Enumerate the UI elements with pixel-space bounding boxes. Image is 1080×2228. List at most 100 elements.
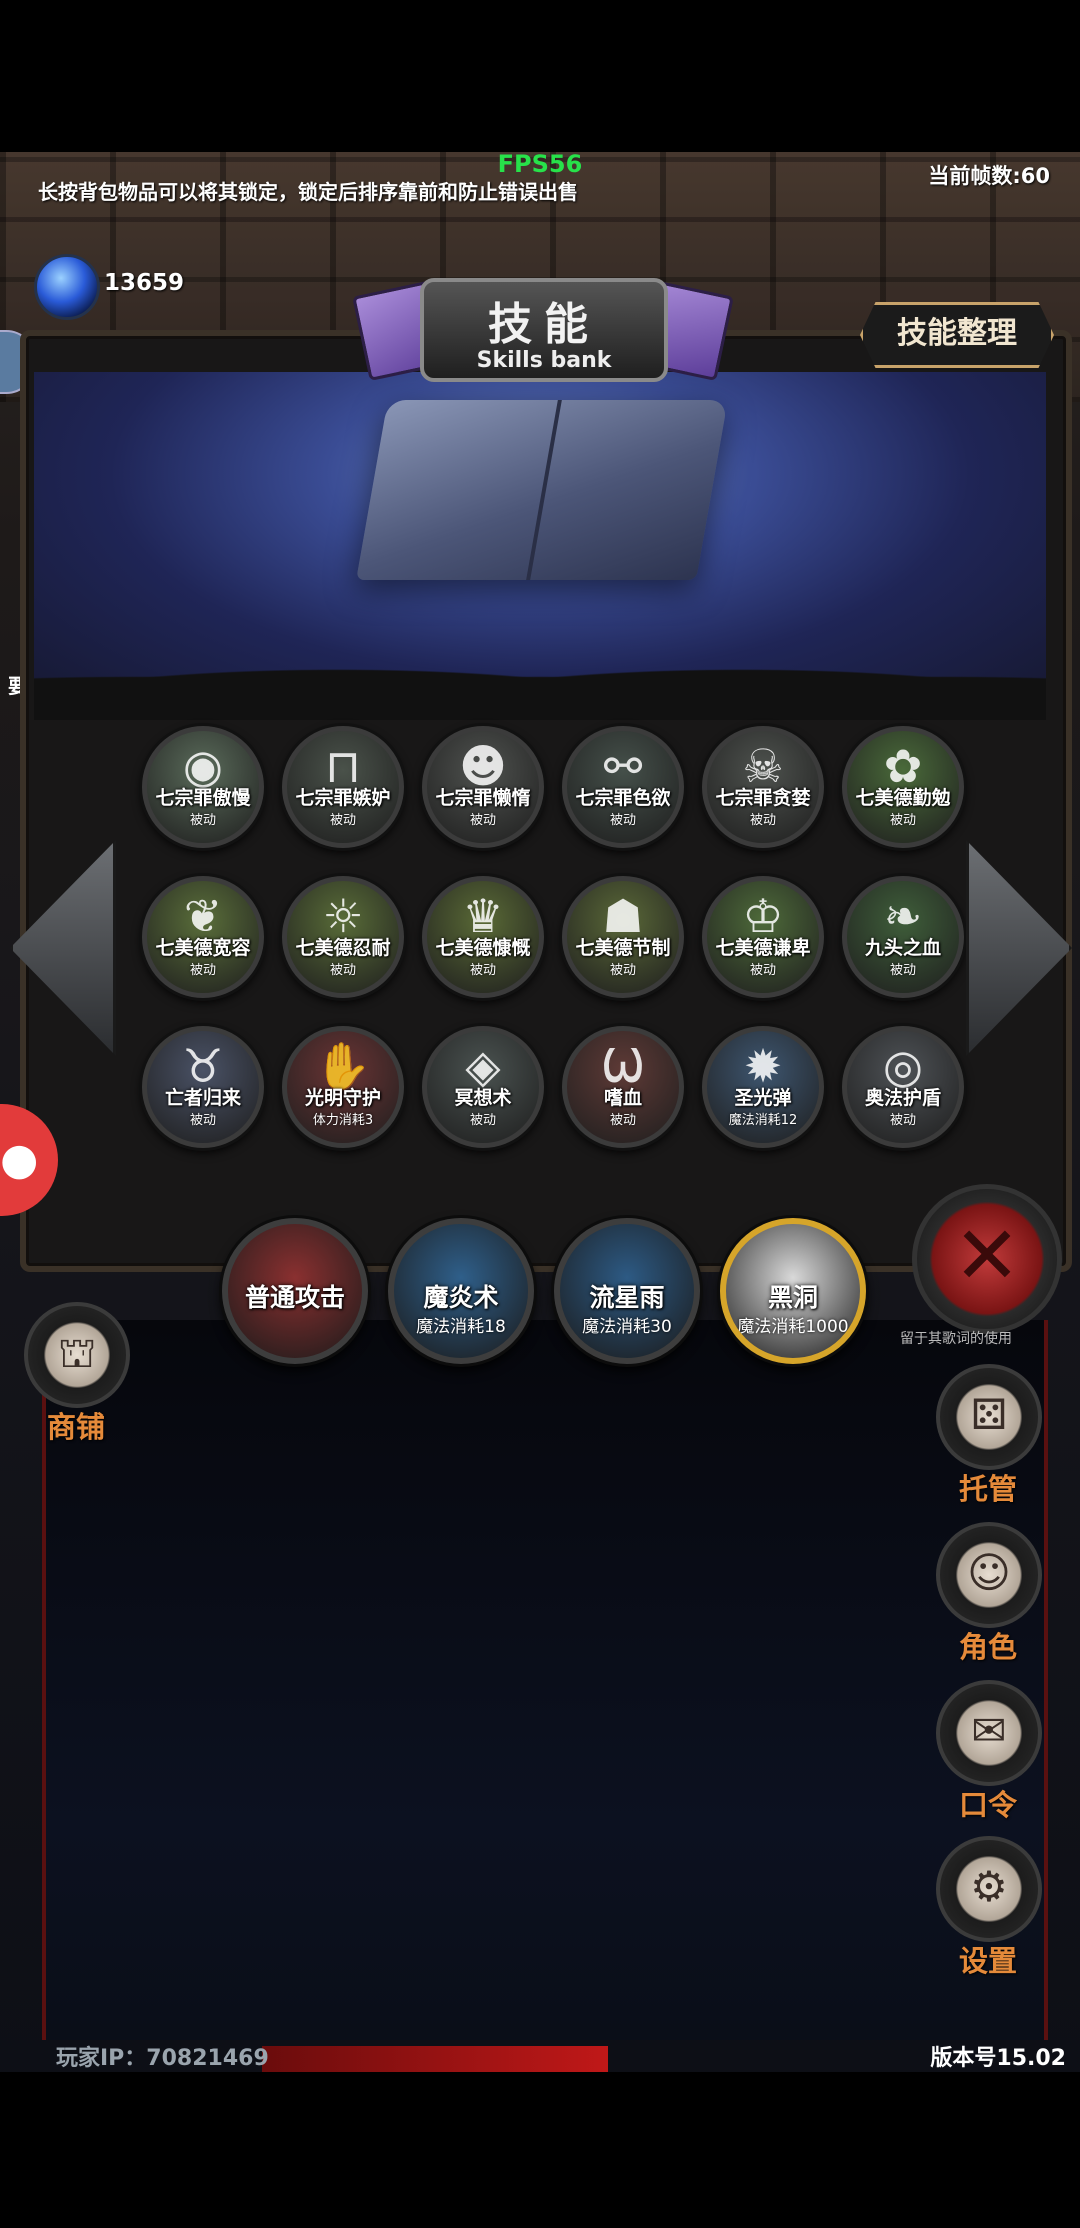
fps-counter: FPS56: [497, 150, 583, 178]
skill-slot[interactable]: ⊓ 七宗罪嫉妒 被动: [282, 726, 404, 848]
skill-slot[interactable]: Ѡ 嗜血 被动: [562, 1026, 684, 1148]
skill-name: 七宗罪傲慢: [155, 787, 251, 809]
skill-cost: 被动: [609, 813, 636, 828]
panel-title-cn: 技能: [488, 299, 600, 350]
skill-slot[interactable]: ✿ 七美德勤勉 被动: [842, 726, 964, 848]
skill-name: 七美德勤勉: [855, 787, 951, 809]
skill-slot[interactable]: ✹ 圣光弹 魔法消耗12: [702, 1026, 824, 1148]
blue-gem-icon: [34, 254, 100, 320]
skill-slot[interactable]: ⚯ 七宗罪色欲 被动: [562, 726, 684, 848]
active-skill-cost: 魔法消耗18: [416, 1317, 506, 1337]
organize-skills-button[interactable]: 技能整理: [860, 302, 1054, 368]
menu-glyph: ☺: [967, 1548, 1011, 1597]
side-menu-item[interactable]: ✉ 口令: [936, 1680, 1042, 1824]
close-icon: ✕: [953, 1209, 1021, 1302]
skill-cost: 被动: [329, 813, 356, 828]
skill-name: 亡者归来: [164, 1087, 241, 1109]
skill-slot[interactable]: ◈ 冥想术 被动: [422, 1026, 544, 1148]
skill-cost: 被动: [469, 813, 496, 828]
skill-name: 七美德宽容: [155, 937, 251, 959]
skill-slot[interactable]: ◉ 七宗罪傲慢 被动: [142, 726, 264, 848]
skill-cost: 被动: [469, 963, 496, 978]
skill-cost: 被动: [749, 813, 776, 828]
player-ip: 玩家IP：70821469: [56, 2046, 269, 2071]
dice-icon: ⚄: [936, 1364, 1042, 1470]
frame-count: 当前帧数:60: [928, 164, 1050, 188]
active-skill-cost: 魔法消耗1000: [737, 1317, 849, 1337]
character-icon: ☺: [936, 1522, 1042, 1628]
side-menu-label: 口令: [958, 1788, 1017, 1822]
version-label: 版本号15.02: [930, 2046, 1066, 2071]
skill-slot[interactable]: ☗ 七美德节制 被动: [562, 876, 684, 998]
menu-glyph: ⚙: [970, 1862, 1008, 1911]
active-skill-name: 普通攻击: [244, 1283, 345, 1312]
skill-cost: 被动: [189, 813, 216, 828]
skill-name: 七宗罪贪婪: [715, 787, 811, 809]
skill-slot[interactable]: ◎ 奥法护盾 被动: [842, 1026, 964, 1148]
health-bar: [262, 2046, 608, 2072]
side-menu-item[interactable]: ⛫ 商铺: [24, 1302, 130, 1446]
skill-slot[interactable]: ♉ 亡者归来 被动: [142, 1026, 264, 1148]
active-skill-name: 魔炎术: [423, 1283, 499, 1312]
close-hint: 留于其歌词的使用: [900, 1331, 1012, 1347]
panel-title-en: Skills bank: [476, 348, 612, 373]
crowd-silhouette: [34, 620, 1046, 720]
person-icon: ●: [0, 1134, 39, 1185]
skill-slot[interactable]: ☼ 七美德忍耐 被动: [282, 876, 404, 998]
skill-name: 七美德节制: [575, 937, 671, 959]
skill-name: 嗜血: [603, 1087, 642, 1109]
open-book-icon: [356, 400, 728, 580]
skill-slot[interactable]: ✋ 光明守护 体力消耗3: [282, 1026, 404, 1148]
active-skill-slot[interactable]: 黑洞魔法消耗1000: [720, 1218, 866, 1364]
skill-cost: 体力消耗3: [312, 1113, 374, 1128]
skill-slot[interactable]: ♛ 七美德慷慨 被动: [422, 876, 544, 998]
active-skill-slot[interactable]: 魔炎术魔法消耗18: [388, 1218, 534, 1364]
scroll-icon: ✉: [936, 1680, 1042, 1786]
skill-slot[interactable]: ☠ 七宗罪贪婪 被动: [702, 726, 824, 848]
skill-cost: 魔法消耗12: [728, 1113, 798, 1128]
skill-cost: 被动: [329, 963, 356, 978]
active-skill-slot[interactable]: 流星雨魔法消耗30: [554, 1218, 700, 1364]
menu-glyph: ⛫: [57, 1328, 97, 1377]
skill-name: 奥法护盾: [864, 1087, 941, 1109]
skill-cost: 被动: [609, 1113, 636, 1128]
tip-text: 长按背包物品可以将其锁定，锁定后排序靠前和防止错误出售: [38, 180, 578, 204]
skill-name: 冥想术: [454, 1087, 512, 1109]
shop-icon: ⛫: [24, 1302, 130, 1408]
side-menu-item[interactable]: ☺ 角色: [936, 1522, 1042, 1666]
skill-slot[interactable]: ☻ 七宗罪懒惰 被动: [422, 726, 544, 848]
gear-icon: ⚙: [936, 1836, 1042, 1942]
skill-cost: 被动: [469, 1113, 496, 1128]
skill-name: 圣光弹: [734, 1087, 792, 1109]
skill-name: 光明守护: [304, 1087, 381, 1109]
side-menu-label: 商铺: [46, 1410, 105, 1444]
skill-cost: 被动: [749, 963, 776, 978]
menu-glyph: ⚄: [970, 1390, 1008, 1439]
side-menu-label: 设置: [958, 1944, 1017, 1978]
skill-slot[interactable]: ❦ 七美德宽容 被动: [142, 876, 264, 998]
skill-name: 九头之血: [864, 937, 941, 959]
skill-name: 七美德谦卑: [715, 937, 811, 959]
skill-name: 七宗罪色欲: [575, 787, 671, 809]
skill-slot[interactable]: ❧ 九头之血 被动: [842, 876, 964, 998]
skill-cost: 被动: [189, 1113, 216, 1128]
active-skill-name: 黑洞: [767, 1283, 818, 1312]
side-menu-item[interactable]: ⚙ 设置: [936, 1836, 1042, 1980]
active-skill-slot[interactable]: 普通攻击: [222, 1218, 368, 1364]
skill-name: 七宗罪懒惰: [435, 787, 531, 809]
side-menu-label: 角色: [958, 1630, 1017, 1664]
close-button[interactable]: ✕: [912, 1184, 1062, 1334]
skill-cost: 被动: [889, 1113, 916, 1128]
skill-cost: 被动: [889, 963, 916, 978]
battle-log-area: [42, 1320, 1048, 2040]
skill-cost: 被动: [889, 813, 916, 828]
menu-glyph: ✉: [971, 1706, 1007, 1755]
skill-slot[interactable]: ♔ 七美德谦卑 被动: [702, 876, 824, 998]
active-skill-cost: 魔法消耗30: [582, 1317, 672, 1337]
side-menu-label: 托管: [958, 1472, 1017, 1506]
side-menu-item[interactable]: ⚄ 托管: [936, 1364, 1042, 1508]
skill-name: 七宗罪嫉妒: [295, 787, 391, 809]
active-skill-name: 流星雨: [589, 1283, 665, 1312]
skill-cost: 被动: [609, 963, 636, 978]
currency-amount: 13659: [104, 270, 185, 296]
